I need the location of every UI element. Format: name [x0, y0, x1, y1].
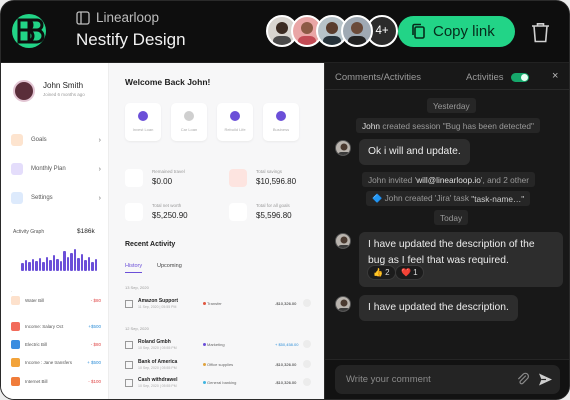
preview-activity-title: Activity Graph — [13, 229, 45, 235]
preview-transaction: Water Bill - $80 — [11, 293, 101, 307]
preview-welcome: Welcome Back John! — [125, 77, 211, 87]
tag-icon — [229, 169, 247, 187]
activity-event: 🔷 John created 'Jira' task "task-name…" — [366, 191, 531, 206]
commenter-avatar — [335, 140, 351, 156]
transfer-icon — [11, 357, 20, 367]
preview-quick-action: Car Loan — [171, 103, 207, 141]
preview-stat: Total net worth $5,250.90 — [125, 201, 225, 225]
travel-icon — [125, 169, 143, 187]
preview-nav-settings: Settings › — [11, 189, 101, 207]
preview-activity-value: $186k — [77, 228, 95, 235]
preview-stat: Remained travel $0.00 — [125, 167, 225, 191]
chevron-right-icon: › — [98, 194, 101, 202]
preview-activity-bars — [21, 249, 101, 271]
preview-nav-monthly-plan: Monthly Plan › — [11, 160, 101, 178]
gear-icon — [11, 192, 23, 204]
design-preview: John Smith Joined 6 months ago Goals › M… — [1, 63, 324, 399]
gear-icon — [230, 111, 240, 121]
briefcase-icon — [276, 111, 286, 121]
activity-event: John invited ' will@linearloop.io ', and 2… — [362, 172, 536, 187]
chevron-right-icon: › — [98, 136, 101, 144]
day-separator: Yesterday — [427, 98, 476, 113]
preview-nav-label: Monthly Plan — [31, 166, 66, 172]
calendar-icon — [11, 163, 23, 175]
day-separator: Today — [434, 210, 469, 225]
electric-icon — [11, 339, 20, 349]
trash-icon[interactable] — [531, 22, 550, 43]
close-icon[interactable]: × — [552, 70, 558, 82]
preview-stat: Total for all goals $5,596.80 — [229, 201, 324, 225]
project-breadcrumb[interactable]: Linearloop — [76, 10, 159, 25]
activities-toggle[interactable] — [511, 73, 529, 82]
copy-icon — [412, 23, 425, 39]
activity-event: John created session "Bug has been detec… — [356, 118, 540, 133]
comment-bubble: I have updated the description. — [359, 295, 518, 321]
preview-transaction: Internet Bill - $100 — [11, 374, 101, 388]
preview-transaction: Income: Salary Oct +$500 — [11, 319, 101, 333]
internet-icon — [11, 376, 20, 386]
preview-quick-action: Invest Loan — [125, 103, 161, 141]
car-icon — [184, 111, 194, 121]
preview-recent-title: Recent Activity — [125, 241, 176, 248]
transfer-icon — [125, 300, 133, 308]
comment-composer: Write your comment — [325, 359, 569, 399]
preview-user-name: John Smith — [43, 81, 84, 90]
copy-link-label: Copy link — [433, 23, 495, 40]
water-icon — [11, 295, 20, 305]
salary-icon — [11, 321, 20, 331]
project-name: Linearloop — [96, 10, 160, 25]
preview-joined: Joined 6 months ago — [43, 92, 85, 97]
chart-icon — [125, 203, 143, 221]
preview-row: Amazon Support 11 Sep, 2020 | 05:55 PM T… — [125, 298, 311, 312]
copy-link-button[interactable]: Copy link — [398, 16, 515, 47]
panel-title: Comments/Activities — [335, 72, 422, 83]
app-window: Linearloop Nestify Design 4+ Copy link J… — [0, 0, 570, 400]
preview-quick-action: Business — [263, 103, 299, 141]
collaborator-avatars[interactable]: 4+ — [266, 15, 398, 47]
target-icon — [11, 134, 23, 146]
reaction-thumbs-up[interactable]: 👍 2 — [367, 265, 396, 280]
panel-divider — [325, 89, 569, 90]
preview-tab-upcoming: Upcoming — [157, 263, 182, 269]
linearloop-logo — [12, 14, 46, 48]
transfer-icon — [125, 341, 133, 349]
comment-input[interactable]: Write your comment — [335, 365, 560, 394]
comments-panel: Comments/Activities Activities × Yesterd… — [324, 63, 569, 399]
preview-row: Bank of America 10 Sep, 2020 | 05:55 PM … — [125, 359, 311, 373]
preview-date: 13 Sep, 2020 — [125, 285, 149, 290]
preview-row: Roland Gmbh 10 Sep, 2020 | 05:55 PM Mark… — [125, 339, 311, 353]
comment-placeholder: Write your comment — [346, 374, 431, 385]
preview-nav-label: Settings — [31, 195, 53, 201]
activities-toggle-label: Activities — [466, 72, 504, 83]
preview-date: 12 Sep, 2020 — [125, 326, 149, 331]
document-title: Nestify Design — [76, 30, 186, 49]
preview-nav-label: Goals — [31, 137, 47, 143]
comment-bubble: Ok i will and update. — [359, 139, 470, 165]
preview-dashboard: Welcome Back John! Invest Loan Car Loan … — [109, 63, 324, 399]
preview-sidebar: John Smith Joined 6 months ago Goals › M… — [1, 63, 109, 399]
preview-nav-goals: Goals › — [11, 131, 101, 149]
reaction-heart[interactable]: ❤️ 1 — [395, 265, 424, 280]
top-bar: Linearloop Nestify Design 4+ Copy link — [1, 1, 569, 63]
transfer-icon — [125, 379, 133, 387]
send-icon[interactable] — [538, 372, 553, 387]
preview-quick-action: Rebuild Life — [217, 103, 253, 141]
rocket-icon — [138, 111, 148, 121]
preview-transaction: Income : Jane transfers + $500 — [11, 355, 101, 369]
commenter-avatar — [335, 233, 351, 249]
transfer-icon — [125, 361, 133, 369]
commenter-avatar — [335, 296, 351, 312]
preview-stat: Total savings $10,596.80 — [229, 167, 324, 191]
preview-avatar — [13, 80, 35, 102]
preview-tab-history: History — [125, 263, 143, 273]
attach-icon[interactable] — [516, 372, 530, 386]
preview-row: Cash withdrawel 10 Sep, 2020 | 05:55 PM … — [125, 377, 311, 391]
project-icon — [76, 10, 90, 25]
medal-icon — [229, 203, 247, 221]
chevron-right-icon: › — [98, 165, 101, 173]
avatar[interactable] — [341, 15, 373, 47]
preview-transaction: Electric Bill - $80 — [11, 337, 101, 351]
